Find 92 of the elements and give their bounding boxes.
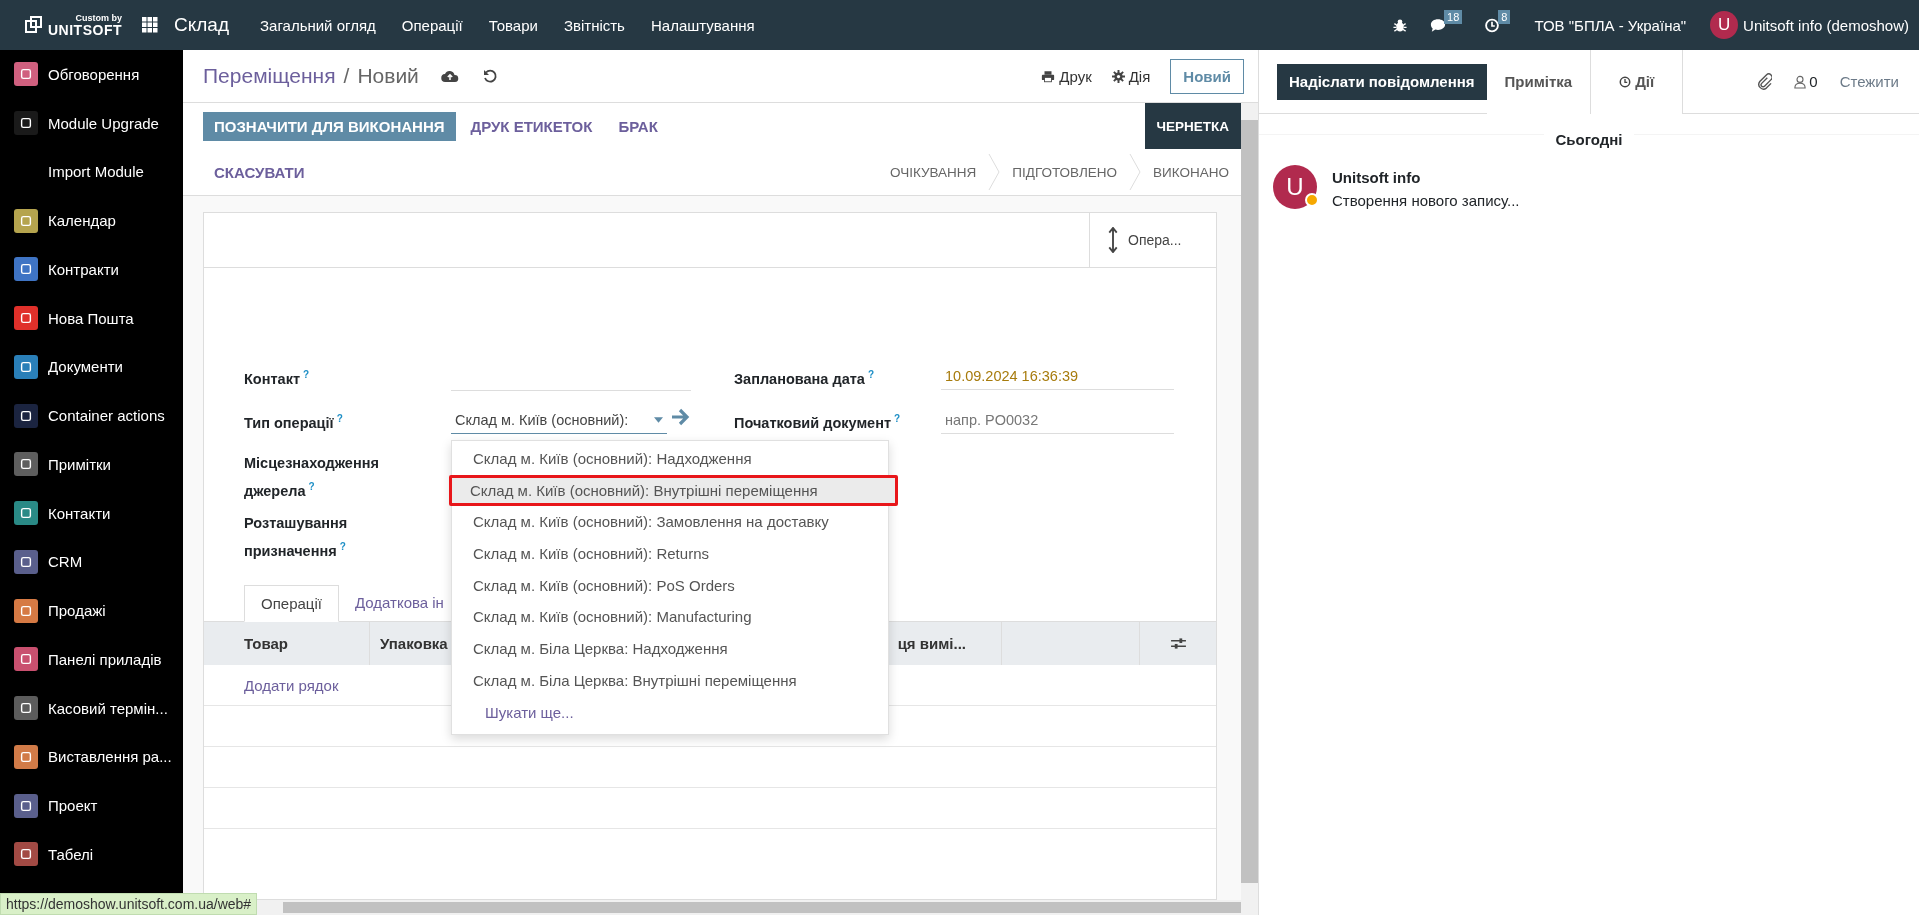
dropdown-option[interactable]: Склад м. Біла Церква: Надходження <box>452 633 888 665</box>
sidebar-item[interactable]: Примітки <box>0 440 183 489</box>
chat-icon[interactable] <box>1430 17 1447 33</box>
activities-button[interactable]: Дії <box>1590 49 1684 114</box>
activity-count-badge: 8 <box>1498 9 1511 24</box>
add-line-link[interactable]: Додати рядок <box>204 676 339 694</box>
dropdown-option[interactable]: Склад м. Київ (основний): Замовлення на доставку <box>452 506 888 539</box>
breadcrumb-separator: / <box>343 64 350 88</box>
brand-name: UNITSOFT <box>48 22 122 37</box>
chevron-separator-icon <box>988 154 1001 190</box>
message-count-badge: 18 <box>1444 9 1463 24</box>
header-button[interactable]: БРАК <box>607 111 669 141</box>
follow-button[interactable]: Стежити <box>1839 73 1899 90</box>
field-label: Тип операції $^{?}$ <box>244 412 344 433</box>
dropdown-option[interactable]: Склад м. Київ (основний): Внутрішні переміщення <box>449 474 898 507</box>
header-button[interactable]: СКАСУВАТИ <box>203 157 316 187</box>
notebook-tab[interactable]: Додаткова ін <box>338 585 444 622</box>
status-stage[interactable]: ПІДГОТОВЛЕНО <box>1000 154 1130 190</box>
sidebar-item[interactable]: Документи <box>0 342 183 392</box>
action-menu[interactable]: Дія <box>1111 67 1151 85</box>
vertical-scrollbar[interactable] <box>1241 103 1258 900</box>
operation-type-select[interactable]: Склад м. Київ (основний): <box>451 400 667 434</box>
field-label: Початковий документ $^{?}$ <box>734 412 902 433</box>
apps-menu-icon[interactable] <box>142 17 158 33</box>
field-label: Місцезнаходження джерела $^{?}$ <box>244 454 380 501</box>
dropdown-option[interactable]: Склад м. Київ (основний): Returns <box>452 538 888 570</box>
sidebar-item[interactable]: Панелі приладів <box>0 635 183 684</box>
column-header[interactable]: Товар <box>244 635 288 652</box>
printer-icon <box>1041 69 1056 83</box>
breadcrumb-link[interactable]: Переміщення <box>203 64 336 88</box>
dropdown-option[interactable]: Склад м. Київ (основний): PoS Orders <box>452 569 888 602</box>
sidebar-item[interactable]: Контракти <box>0 245 183 294</box>
sidebar-item[interactable]: Календар <box>0 196 183 245</box>
gear-icon <box>1111 69 1125 83</box>
field-label: Розташування призначення $^{?}$ <box>244 514 349 561</box>
header-button[interactable]: ПОЗНАЧИТИ ДЛЯ ВИКОНАННЯ <box>203 111 456 141</box>
print-menu[interactable]: Друк <box>1041 67 1092 85</box>
new-button[interactable]: Новий <box>1170 58 1244 94</box>
bug-icon[interactable] <box>1392 17 1409 33</box>
column-settings-icon[interactable] <box>1170 637 1186 650</box>
vertical-arrows-icon <box>1108 227 1118 253</box>
sidebar-item[interactable]: CRM <box>0 537 183 587</box>
sidebar-item[interactable]: Касовий термін... <box>0 683 183 733</box>
chevron-separator-icon <box>1129 154 1142 190</box>
clock-icon <box>1619 75 1632 88</box>
menu-item[interactable]: Налаштування <box>650 16 755 34</box>
message-text: Створення нового запису... <box>1332 192 1520 209</box>
dropdown-option[interactable]: Склад м. Київ (основний): Надходження <box>452 443 888 475</box>
sidebar-item[interactable]: Обговорення <box>0 50 183 99</box>
sidebar-item[interactable]: Контакти <box>0 488 183 538</box>
dropdown-caret-icon[interactable] <box>654 416 663 423</box>
column-header[interactable]: ця вимі... <box>897 635 966 652</box>
status-stage[interactable]: ОЧІКУВАННЯ <box>877 154 989 190</box>
author-avatar: U <box>1273 165 1317 209</box>
arrow-right-icon[interactable] <box>671 408 691 426</box>
field-label: Контакт $^{?}$ <box>244 368 311 389</box>
brand-caption: Custom by <box>75 13 122 23</box>
user-menu[interactable]: Unitsoft info (demoshow) <box>1743 16 1909 34</box>
sidebar-item[interactable]: Module Upgrade <box>0 98 183 148</box>
company-switcher[interactable]: ТОВ "БПЛА - Україна" <box>1534 16 1687 34</box>
scheduled-date-field[interactable]: 10.09.2024 16:36:39 <box>941 356 1174 390</box>
message-author: Unitsoft info <box>1332 169 1422 186</box>
sidebar-item[interactable]: Проект <box>0 781 183 830</box>
menu-item[interactable]: Операції <box>401 16 463 34</box>
column-header[interactable]: Упаковка <box>380 635 448 652</box>
followers-button[interactable]: 0 <box>1794 73 1818 90</box>
sidebar-item[interactable]: Container actions <box>0 391 183 440</box>
cloud-upload-icon[interactable] <box>440 68 459 84</box>
menu-item[interactable]: Загальний огляд <box>260 16 376 34</box>
clock-icon[interactable] <box>1484 17 1501 33</box>
notebook-tab[interactable]: Операції <box>244 585 339 622</box>
breadcrumb-current: Новий <box>357 64 419 88</box>
search-more-link[interactable]: Шукати ще... <box>452 696 888 729</box>
header-button[interactable]: ДРУК ЕТИКЕТОК <box>459 111 604 141</box>
send-message-button[interactable]: Надіслати повідомлення <box>1277 63 1487 100</box>
status-stage[interactable]: ЧЕРНЕТКА <box>1144 103 1241 149</box>
dropdown-option[interactable]: Склад м. Біла Церква: Внутрішні переміщення <box>452 664 888 697</box>
sidebar-item[interactable]: Виставлення ра... <box>0 732 183 782</box>
sidebar-item[interactable]: Табелі <box>0 830 183 879</box>
field-label: Запланована дата $^{?}$ <box>734 368 875 389</box>
sidebar-item[interactable]: Нова Пошта <box>0 293 183 343</box>
logo-icon <box>24 15 44 35</box>
sidebar-item[interactable]: Продажі <box>0 586 183 635</box>
paperclip-icon[interactable] <box>1757 73 1773 90</box>
menu-item[interactable]: Звітність <box>563 16 625 34</box>
dropdown-option[interactable]: Склад м. Київ (основний): Manufacturing <box>452 601 888 634</box>
user-avatar[interactable]: U <box>1710 11 1739 39</box>
link-url-tooltip: https://demoshow.unitsoft.com.ua/web# <box>0 893 258 915</box>
menu-item[interactable]: Товари <box>488 16 538 34</box>
status-stage[interactable]: ВИКОНАНО <box>1141 154 1241 190</box>
app-title[interactable]: Склад <box>174 14 229 36</box>
sidebar-item[interactable]: Import Module <box>0 147 183 197</box>
